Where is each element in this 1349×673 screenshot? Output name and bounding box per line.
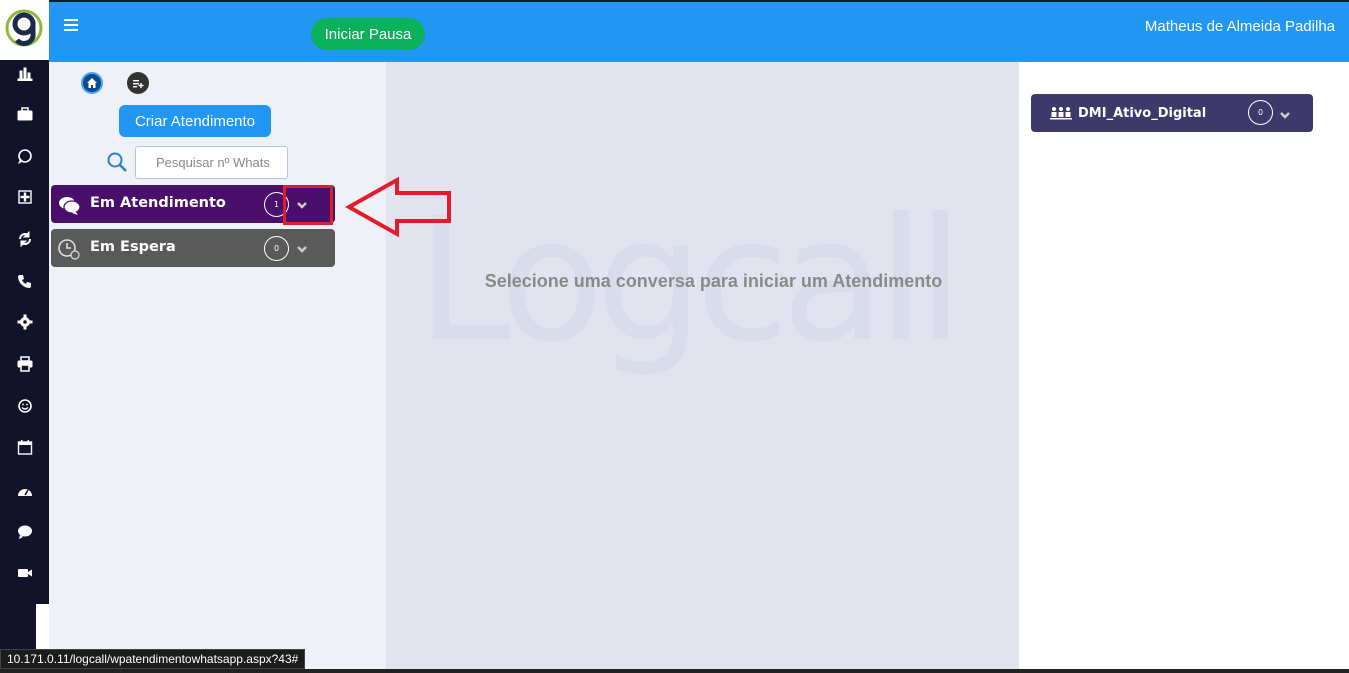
logo (0, 0, 49, 60)
create-attendance-button[interactable]: Criar Atendimento (119, 105, 271, 137)
campaign-count-badge: 0 (1248, 100, 1273, 125)
dashboard-icon[interactable] (14, 480, 36, 502)
gear-icon[interactable] (14, 311, 36, 333)
conversation-panel: Criar Atendimento Em Atendimento 1 Em Es… (49, 62, 386, 673)
plus-square-icon[interactable] (14, 186, 36, 208)
queue-label: Em Atendimento (90, 195, 226, 211)
whatsapp-search-input[interactable] (135, 146, 288, 179)
chat-bubbles-icon (57, 194, 81, 216)
campaign-dmi-ativo-digital[interactable]: DMI_Ativo_Digital 0 (1031, 94, 1313, 132)
home-icon[interactable] (81, 72, 103, 94)
new-list-icon[interactable] (127, 72, 149, 94)
search-icon[interactable] (106, 151, 128, 173)
queue-count-badge: 0 (264, 236, 289, 261)
calendar-icon[interactable] (14, 436, 36, 458)
highlight-box (283, 185, 333, 225)
chevron-down-icon[interactable] (1279, 106, 1293, 120)
start-pause-button[interactable]: Iniciar Pausa (311, 18, 425, 50)
users-icon (1050, 105, 1072, 120)
video-camera-icon[interactable] (14, 562, 36, 584)
icon-sidebar (0, 0, 49, 673)
bar-chart-icon[interactable] (14, 62, 36, 84)
app-root: Iniciar Pausa Matheus de Almeida Padilha… (0, 0, 1349, 673)
clock-icon (57, 238, 81, 260)
window-bottom-edge (0, 669, 1349, 673)
printer-icon[interactable] (14, 353, 36, 375)
queue-label: Em Espera (90, 239, 176, 255)
top-bar: Iniciar Pausa Matheus de Almeida Padilha (49, 0, 1349, 62)
whatsapp-icon[interactable] (14, 145, 36, 167)
hamburger-menu-icon[interactable] (64, 19, 78, 33)
user-name: Matheus de Almeida Padilha (1144, 18, 1335, 35)
empty-state-message: Selecione uma conversa para iniciar um A… (484, 271, 943, 291)
chevron-down-icon[interactable] (296, 240, 312, 256)
briefcase-icon[interactable] (14, 103, 36, 125)
smiley-icon[interactable] (14, 395, 36, 417)
phone-icon[interactable] (14, 270, 36, 292)
campaign-label: DMI_Ativo_Digital (1078, 106, 1207, 121)
queue-em-espera[interactable]: Em Espera 0 (51, 229, 335, 267)
conversation-area: Logcall Selecione uma conversa para inic… (386, 62, 1019, 673)
campaign-panel: DMI_Ativo_Digital 0 (1019, 62, 1349, 673)
chat-bubble-icon[interactable] (14, 521, 36, 543)
annotation-arrow (344, 176, 455, 238)
browser-status-url: 10.171.0.11/logcall/wpatendimentowhatsap… (0, 649, 306, 669)
refresh-icon[interactable] (14, 228, 36, 250)
